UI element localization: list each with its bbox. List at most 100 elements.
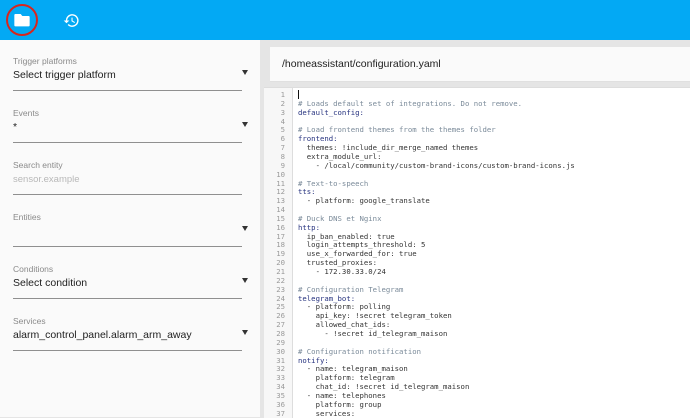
line-number: 8 xyxy=(280,151,285,161)
line-text: # Configuration notification xyxy=(298,346,422,356)
line-number: 2 xyxy=(280,98,285,108)
dropdown-arrow-icon xyxy=(242,70,248,75)
field-underline xyxy=(13,298,242,299)
line-text: services: xyxy=(298,408,356,418)
line-text: # Duck DNS et Nginx xyxy=(298,213,382,223)
trigger-platform-value: Select trigger platform xyxy=(13,69,116,81)
line-number: 30 xyxy=(276,346,285,356)
file-path-bar: /homeassistant/configuration.yaml xyxy=(270,47,690,82)
line-text: allowed_chat_ids: xyxy=(298,320,391,330)
search-entity-placeholder: sensor.example xyxy=(13,174,80,185)
line-text: use_x_forwarded_for: true xyxy=(298,249,417,259)
line-number: 9 xyxy=(280,160,285,170)
line-text: default_config: xyxy=(298,107,364,117)
line-number: 35 xyxy=(276,390,285,400)
line-text: - platform: polling xyxy=(298,302,391,312)
line-number: 13 xyxy=(276,196,285,206)
line-text: notify: xyxy=(298,355,329,365)
line-text: # Loads default set of integrations. Do … xyxy=(298,98,523,108)
line-number: 7 xyxy=(280,143,285,153)
conditions-value: Select condition xyxy=(13,277,88,289)
line-number: 36 xyxy=(276,399,285,409)
text-cursor xyxy=(298,90,299,99)
line-number: 20 xyxy=(276,258,285,268)
entities-label: Entities xyxy=(13,212,41,222)
field-underline xyxy=(13,142,242,143)
main-panel: /homeassistant/configuration.yaml 1 2 # Lo… xyxy=(264,47,690,418)
services-label: Services xyxy=(13,316,46,326)
dropdown-arrow-icon xyxy=(242,226,248,231)
dropdown-arrow-icon xyxy=(242,330,248,335)
dropdown-arrow-icon xyxy=(242,122,248,127)
file-path: /homeassistant/configuration.yaml xyxy=(282,58,441,70)
dropdown-arrow-icon xyxy=(242,278,248,283)
search-entity-label: Search entity xyxy=(13,160,63,170)
services-value: alarm_control_panel.alarm_arm_away xyxy=(13,329,192,341)
line-text: platform: telegram xyxy=(298,373,395,383)
sidebar-panel: Trigger platforms Select trigger platfor… xyxy=(0,40,260,417)
line-text: - name: telephones xyxy=(298,390,386,400)
line-number: 21 xyxy=(276,267,285,276)
line-number: 34 xyxy=(276,382,285,392)
line-number: 26 xyxy=(276,311,285,321)
line-text: api_key: !secret telegram_token xyxy=(298,311,452,321)
line-text: extra_module_url: xyxy=(298,151,382,161)
line-number: 12 xyxy=(276,187,285,197)
conditions-label: Conditions xyxy=(13,264,54,274)
line-number: 16 xyxy=(276,222,285,232)
history-button[interactable] xyxy=(55,4,87,36)
line-number: 29 xyxy=(276,337,285,347)
line-number: 23 xyxy=(276,284,285,294)
line-text: telegram_bot: xyxy=(298,293,356,303)
line-number: 6 xyxy=(280,134,285,144)
line-text: tts: xyxy=(298,187,316,197)
line-number: 15 xyxy=(276,213,285,223)
line-number: 22 xyxy=(276,275,285,285)
line-text: ip_ban_enabled: true xyxy=(298,231,395,241)
field-underline xyxy=(13,246,242,247)
line-text: - platform: google_translate xyxy=(298,196,430,206)
line-text: - name: telegram_maison xyxy=(298,364,408,374)
events-label: Events xyxy=(13,108,39,118)
line-number: 24 xyxy=(276,293,285,303)
line-text: themes: !include_dir_merge_named themes xyxy=(298,143,479,153)
line-text: - /local/community/custom-brand-icons/cu… xyxy=(298,160,575,170)
line-number: 10 xyxy=(276,169,285,179)
line-number: 32 xyxy=(276,364,285,374)
top-toolbar xyxy=(0,0,690,40)
line-number: 1 xyxy=(280,90,285,99)
line-number: 17 xyxy=(276,231,285,241)
field-underline xyxy=(13,194,242,195)
folder-button[interactable] xyxy=(6,4,38,36)
code-editor[interactable]: 1 2 # Loads default set of integrations. D… xyxy=(264,87,690,418)
line-number: 27 xyxy=(276,320,285,330)
line-text: # Configuration Telegram xyxy=(298,284,404,294)
line-text: chat_id: !secret id_telegram_maison xyxy=(298,382,470,392)
line-number: 14 xyxy=(276,205,285,215)
line-number: 25 xyxy=(276,302,285,312)
line-text: frontend: xyxy=(298,134,338,144)
line-number: 11 xyxy=(276,178,285,188)
line-text: http: xyxy=(298,222,320,232)
history-icon xyxy=(63,13,79,27)
events-value: * xyxy=(13,121,18,133)
line-number: 33 xyxy=(276,373,285,383)
line-number: 19 xyxy=(276,249,285,259)
line-number: 5 xyxy=(280,125,285,135)
line-text: - !secret id_telegram_maison xyxy=(298,328,448,338)
line-number: 28 xyxy=(276,328,285,338)
line-number: 4 xyxy=(280,116,285,126)
line-text: login_attempts_threshold: 5 xyxy=(298,240,426,250)
field-underline xyxy=(13,350,242,351)
line-text: - 172.30.33.0/24 xyxy=(298,267,386,276)
line-number: 18 xyxy=(276,240,285,250)
field-underline xyxy=(13,90,242,91)
line-text: trusted_proxies: xyxy=(298,258,378,268)
line-text: # Load frontend themes from the themes f… xyxy=(298,125,496,135)
line-text: # Text-to-speech xyxy=(298,178,369,188)
line-number: 37 xyxy=(276,408,285,418)
trigger-platform-label: Trigger platforms xyxy=(13,56,77,66)
line-number: 31 xyxy=(276,355,285,365)
highlight-ring xyxy=(6,4,38,36)
line-text: platform: group xyxy=(298,399,382,409)
